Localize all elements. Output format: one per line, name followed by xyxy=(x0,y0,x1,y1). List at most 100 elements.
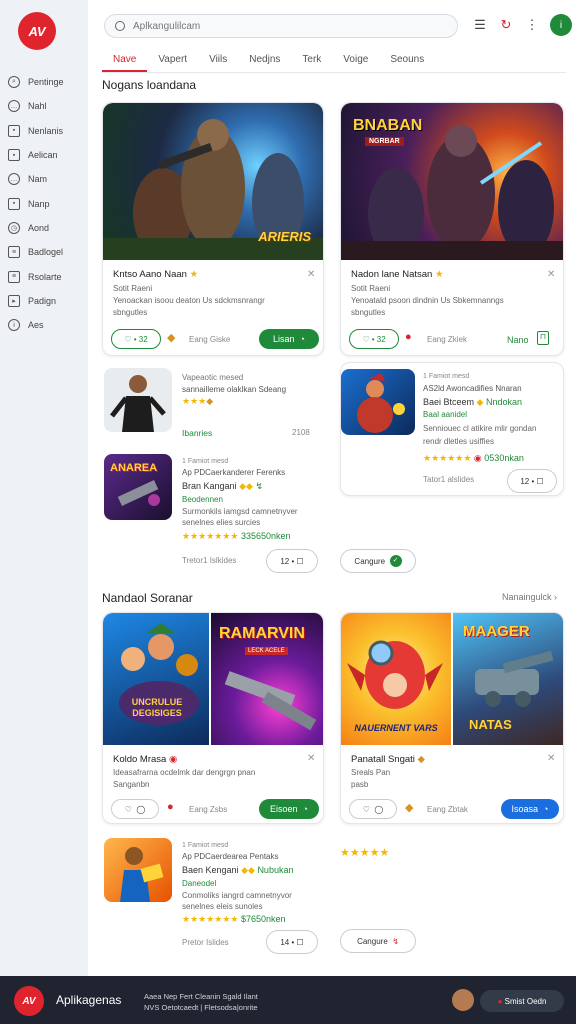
item-title: Bran Kangani ◆◆ ↯ xyxy=(182,481,263,491)
heart-icon: ♡ xyxy=(362,334,370,344)
footer-line-1: Aaea Nep Fert Cleanin Sgald Ilant xyxy=(144,992,258,1001)
item-title: Baen Kengani ◆◆ Nubukan xyxy=(182,865,294,875)
tab-divider xyxy=(102,72,566,73)
tab-6[interactable]: Seouns xyxy=(379,52,435,72)
list-item[interactable]: Vapeaotic mesed sannailleme olaklkan Sde… xyxy=(102,362,324,442)
section-title: Nogans loandana xyxy=(102,78,197,92)
search-placeholder: Aplkangulilcam xyxy=(133,20,201,32)
game-card[interactable]: NAUERNENT VARS MAAGER NATAS Panatall Sng… xyxy=(340,612,564,824)
card-title: Nadon lane Natsan ★ xyxy=(351,269,444,280)
info-icon: i xyxy=(8,319,20,332)
sidebar-item-1[interactable]: … Nahl xyxy=(8,94,88,118)
tag-icon: ◆ xyxy=(405,802,414,814)
item-line-2: sannailleme olaklkan Sdeang xyxy=(182,385,287,394)
search-icon xyxy=(115,21,125,31)
comment-icon: ◯ xyxy=(136,804,146,814)
banner-subtitle: NGRBAR xyxy=(365,137,404,146)
like-counter[interactable]: ♡ • 32 xyxy=(349,329,399,349)
item-line-2: AS2ld Awoncadifies Nnaran xyxy=(423,384,522,393)
continue-button[interactable]: Cangure ✓ xyxy=(340,549,416,573)
list-item[interactable]: 1 Famiot mesd Ap PDCaerdearea Pentaks Ba… xyxy=(102,832,324,964)
counter-pill[interactable]: 12 • ☐ xyxy=(266,549,318,573)
app-icon: ▸ xyxy=(8,294,20,307)
item-line-1: 1 Famiot mesd xyxy=(182,842,229,849)
tab-1[interactable]: Vapert xyxy=(147,52,198,72)
game-card[interactable]: ARIERIS Kntso Aano Naan ★ ✕ Sotit Raeni … xyxy=(102,102,324,356)
close-icon[interactable]: ✕ xyxy=(307,269,315,280)
rating-stars: ★★★★★ xyxy=(340,847,390,859)
sidebar-item-8[interactable]: ≡ Rsolarte xyxy=(8,264,88,288)
card-desc-2: Yenoackan isoou deaton Us sdckmsnrangr xyxy=(113,296,265,305)
sidebar-item-label: Aes xyxy=(28,320,44,331)
sidebar-item-2[interactable]: ▪ Nenlanis xyxy=(8,119,88,143)
tab-0[interactable]: Nave xyxy=(102,52,148,72)
install-button[interactable]: Isoasa ◔ xyxy=(501,799,559,819)
install-button[interactable]: Lisan ◔ xyxy=(259,329,319,349)
card-desc-2: Yenoatald psoon dindnin Us Sbkemnanngs xyxy=(351,296,504,305)
app-icon: ▪ xyxy=(8,149,20,162)
install-link[interactable]: Nano xyxy=(507,335,529,345)
install-button[interactable]: Eisoen ◔ xyxy=(259,799,319,819)
game-banner-image: ARIERIS xyxy=(103,103,323,260)
like-counter[interactable]: ♡ • 32 xyxy=(111,329,161,349)
like-pill[interactable]: ♡ ◯ xyxy=(349,799,397,819)
counter-pill[interactable]: 14 • ☐ xyxy=(266,930,318,954)
like-pill[interactable]: ♡ ◯ xyxy=(111,799,159,819)
sidebar-item-9[interactable]: ▸ Padign xyxy=(8,289,88,313)
item-desc-1: Surmonkils iamgsd camnetnyver xyxy=(182,507,298,516)
item-line-1: 1 Famiot mesd xyxy=(423,373,470,380)
weapon-illustration xyxy=(117,480,160,506)
header-actions: ☰ ↻ ⋮ i xyxy=(472,14,572,36)
game-card[interactable]: UNCRULUE DEGISIGES RAMARVIN LECK ACELE K… xyxy=(102,612,324,824)
close-icon[interactable]: ✕ xyxy=(307,753,315,764)
game-thumbnail xyxy=(341,369,415,435)
sidebar-item-4[interactable]: … Nam xyxy=(8,167,88,191)
tab-bar: Nave Vapert Viils Nedjns Terk Voige Seou… xyxy=(102,52,435,72)
notification-icon[interactable]: ↻ xyxy=(498,17,514,33)
tab-4[interactable]: Terk xyxy=(291,52,332,72)
card-desc-3: sbngutles xyxy=(351,308,386,317)
sidebar-item-label: Nam xyxy=(28,174,48,185)
app-icon: ▪ xyxy=(8,124,20,137)
close-icon[interactable]: ✕ xyxy=(547,269,555,280)
footer-logo[interactable]: AV xyxy=(14,986,44,1016)
counter-pill[interactable]: 12 • ☐ xyxy=(507,469,557,493)
person-illustration xyxy=(120,847,164,902)
user-avatar[interactable] xyxy=(452,989,474,1011)
sidebar-item-7[interactable]: ≡ Badlogel xyxy=(8,240,88,264)
item-footer: Tretor1 Islkides xyxy=(182,556,237,565)
close-icon[interactable]: ✕ xyxy=(547,753,555,764)
sidebar-item-3[interactable]: ▪ Aelican xyxy=(8,143,88,167)
weapon-illustration xyxy=(224,671,317,731)
item-line-2: Ap PDCaerkanderer Ferenks xyxy=(182,468,286,477)
game-card[interactable]: BNABAN NGRBAR Nadon lane Natsan ★ ✕ Soti… xyxy=(340,102,564,356)
rating-stars: ★★★★★★ ◉ 0530nkan xyxy=(423,453,524,463)
tab-2[interactable]: Viils xyxy=(198,52,238,72)
menu-icon[interactable]: ☰ xyxy=(472,17,488,33)
sidebar: AV ⌕ Pentinge … Nahl ▪ Nenlanis ▪ Aelican … N… xyxy=(0,0,88,976)
section-title: Nandaol Soranar xyxy=(102,591,193,605)
tab-5[interactable]: Voige xyxy=(332,52,379,72)
sidebar-item-6[interactable]: ◷ Aond xyxy=(8,216,88,240)
sidebar-item-10[interactable]: i Aes xyxy=(8,313,88,337)
sidebar-item-5[interactable]: ▪ Nanp xyxy=(8,191,88,215)
list-item[interactable]: 1 Famiot mesd AS2ld Awoncadifies Nnaran … xyxy=(340,362,564,496)
document-icon: ≡ xyxy=(8,246,20,259)
card-title: Kntso Aano Naan ★ xyxy=(113,269,199,280)
more-icon[interactable]: ⋮ xyxy=(524,17,540,33)
sidebar-item-0[interactable]: ⌕ Pentinge xyxy=(8,70,88,94)
bookmark-icon[interactable]: ⊓ xyxy=(537,331,549,345)
card-desc-3: sbngutles xyxy=(113,308,148,317)
footer-action-button[interactable]: ● Smist Oedn xyxy=(480,990,564,1012)
game-thumbnail: NAUERNENT VARS xyxy=(341,613,451,745)
hero-illustration xyxy=(357,373,405,433)
tab-3[interactable]: Nedjns xyxy=(238,52,291,72)
avatar[interactable]: i xyxy=(550,14,572,36)
sidebar-item-label: Nahl xyxy=(28,101,47,112)
continue-button[interactable]: Cangure ↯ xyxy=(340,929,416,953)
list-item[interactable]: ANAREA 1 Famiot mesd Ap PDCaerkanderer F… xyxy=(102,448,324,578)
footer-bar: AV Aplikagenas Aaea Nep Fert Cleanin Sga… xyxy=(0,976,576,1024)
section-link[interactable]: Nanaingulck › xyxy=(502,592,557,602)
app-logo[interactable]: AV xyxy=(18,12,56,50)
search-input[interactable]: Aplkangulilcam xyxy=(104,14,458,38)
